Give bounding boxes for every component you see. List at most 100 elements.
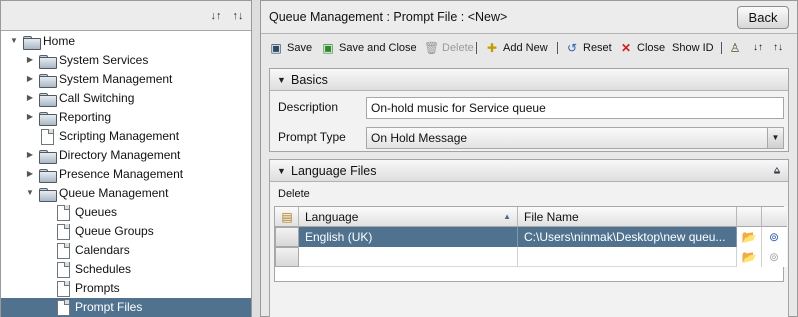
sort-descending-icon[interactable]: ↑↓ xyxy=(231,9,245,23)
column-header-language[interactable]: Language ▲ xyxy=(299,207,518,227)
tree-item-label: Queue Management xyxy=(59,186,169,200)
row-header[interactable] xyxy=(275,247,299,267)
tree-item-label: Prompts xyxy=(75,281,120,295)
table-cell-language[interactable]: English (UK) xyxy=(299,227,518,247)
tree-item-system-management[interactable]: ▶ System Management xyxy=(1,70,251,89)
sort-ascending-icon: ↓↑ xyxy=(753,42,763,53)
sort-descending-icon: ↑↓ xyxy=(773,42,783,53)
tree-item-call-switching[interactable]: ▶ Call Switching xyxy=(1,89,251,108)
tree-item-queues[interactable]: Queues xyxy=(1,203,251,222)
folder-icon xyxy=(39,72,57,88)
back-button[interactable]: Back xyxy=(737,6,789,29)
column-header-file-name[interactable]: File Name xyxy=(518,207,737,227)
document-icon xyxy=(55,243,71,259)
save-icon: ▣ xyxy=(270,41,282,55)
document-icon xyxy=(55,281,71,297)
trash-icon: 🗑 xyxy=(424,41,440,55)
dropdown-arrow-icon[interactable]: ▼ xyxy=(767,128,783,148)
content-panel: Queue Management : Prompt File : <New> B… xyxy=(260,0,798,317)
open-folder-icon: 📂 xyxy=(741,230,757,244)
save-and-close-icon: ▣ xyxy=(322,41,334,55)
folder-icon xyxy=(39,167,57,183)
document-icon xyxy=(55,262,71,278)
expanded-arrow-icon[interactable]: ▼ xyxy=(25,188,35,198)
tree-item-scripting-management[interactable]: Scripting Management xyxy=(1,127,251,146)
tree-item-label: Directory Management xyxy=(59,148,181,162)
open-file-button[interactable]: 📂 xyxy=(737,247,762,267)
tree-item-home[interactable]: ▼ Home xyxy=(1,32,251,51)
tree-item-directory-management[interactable]: ▶ Directory Management xyxy=(1,146,251,165)
open-file-button[interactable]: 📂 xyxy=(737,227,762,247)
tree-item-label: Reporting xyxy=(59,110,112,124)
tree-item-prompt-files[interactable]: Prompt Files xyxy=(1,298,251,317)
table-cell-file-name[interactable]: C:\Users\ninmak\Desktop\new queu... xyxy=(518,227,737,247)
navigation-tree-panel: ↓↑ ↑↓ ▼ Home ▶ System Services ▶ System Manag… xyxy=(0,0,252,317)
action-toolbar: ▣ Save ▣ Save and Close 🗑 Delete ✚ Add N… xyxy=(270,41,783,55)
column-header-play xyxy=(762,207,787,227)
prompt-type-select[interactable]: On Hold Message ▼ xyxy=(366,127,784,149)
collapsed-arrow-icon[interactable]: ▶ xyxy=(25,55,35,65)
folder-icon xyxy=(39,53,57,69)
language-files-section-header[interactable]: ▼ Language Files ⩠ xyxy=(270,160,788,182)
add-new-icon: ✚ xyxy=(486,41,498,55)
table-cell-file-name[interactable] xyxy=(518,247,737,267)
language-files-section: ▼ Language Files ⩠ Delete ▤ Language ▲ F… xyxy=(269,159,789,317)
collapsed-arrow-icon[interactable]: ▶ xyxy=(25,93,35,103)
tree-item-label: Queues xyxy=(75,205,118,219)
toolbar-separator xyxy=(721,42,722,54)
tree-item-label: Presence Management xyxy=(59,167,184,181)
prompt-type-label: Prompt Type xyxy=(278,130,346,144)
language-files-grid: ▤ Language ▲ File Name English (UK) C:\U… xyxy=(274,206,787,282)
collapse-triangle-icon: ▼ xyxy=(277,75,286,85)
grid-corner[interactable]: ▤ xyxy=(275,207,299,227)
play-media-icon: ⊚ xyxy=(768,250,780,264)
tree-item-label: Schedules xyxy=(75,262,132,276)
tree-item-calendars[interactable]: Calendars xyxy=(1,241,251,260)
toolbar-separator xyxy=(557,42,558,54)
close-icon: ✕ xyxy=(620,41,632,55)
folder-icon xyxy=(39,148,57,164)
tree-item-label: Home xyxy=(43,34,76,48)
tree-item-queue-groups[interactable]: Queue Groups xyxy=(1,222,251,241)
description-field[interactable]: On-hold music for Service queue xyxy=(366,97,784,119)
sort-ascending-icon: ▲ xyxy=(503,212,511,221)
expanded-arrow-icon[interactable]: ▼ xyxy=(9,36,19,46)
table-cell-language[interactable] xyxy=(299,247,518,267)
prompt-type-value: On Hold Message xyxy=(371,131,468,145)
document-icon xyxy=(55,224,71,240)
column-header-open xyxy=(737,207,762,227)
tree-item-prompts[interactable]: Prompts xyxy=(1,279,251,298)
row-header[interactable] xyxy=(275,227,299,247)
document-icon xyxy=(39,129,55,145)
description-label: Description xyxy=(278,100,339,114)
tree-item-label: Scripting Management xyxy=(59,129,180,143)
collapsed-arrow-icon[interactable]: ▶ xyxy=(25,150,35,160)
tree-item-label: Calendars xyxy=(75,243,130,257)
tree-item-label: Call Switching xyxy=(59,91,135,105)
tree-item-presence-management[interactable]: ▶ Presence Management xyxy=(1,165,251,184)
page-title: Queue Management : Prompt File : <New> xyxy=(269,10,508,24)
folder-icon xyxy=(39,110,57,126)
basics-section: ▼ Basics Description On-hold music for S… xyxy=(269,68,789,152)
basics-section-header[interactable]: ▼ Basics xyxy=(270,69,788,91)
open-folder-icon: 📂 xyxy=(741,250,757,264)
play-media-icon: ⊚ xyxy=(768,230,780,244)
folder-icon xyxy=(39,186,57,202)
tree-item-schedules[interactable]: Schedules xyxy=(1,260,251,279)
play-file-button[interactable]: ⊚ xyxy=(762,247,787,267)
tree-item-queue-management[interactable]: ▼ Queue Management xyxy=(1,184,251,203)
panel-splitter[interactable] xyxy=(252,0,260,317)
sort-ascending-icon[interactable]: ↓↑ xyxy=(209,9,223,23)
tree-item-reporting[interactable]: ▶ Reporting xyxy=(1,108,251,127)
grid-delete-button[interactable]: Delete xyxy=(278,188,310,200)
collapse-triangle-icon: ▼ xyxy=(277,166,286,176)
collapsed-arrow-icon[interactable]: ▶ xyxy=(25,74,35,84)
collapse-all-icon[interactable]: ⩠ xyxy=(774,160,780,182)
grid-settings-icon: ▤ xyxy=(281,210,293,224)
collapsed-arrow-icon[interactable]: ▶ xyxy=(25,112,35,122)
tree-item-system-services[interactable]: ▶ System Services xyxy=(1,51,251,70)
tree-item-label: Prompt Files xyxy=(75,300,143,314)
tree-item-label: System Services xyxy=(59,53,149,67)
collapsed-arrow-icon[interactable]: ▶ xyxy=(25,169,35,179)
play-file-button[interactable]: ⊚ xyxy=(762,227,787,247)
